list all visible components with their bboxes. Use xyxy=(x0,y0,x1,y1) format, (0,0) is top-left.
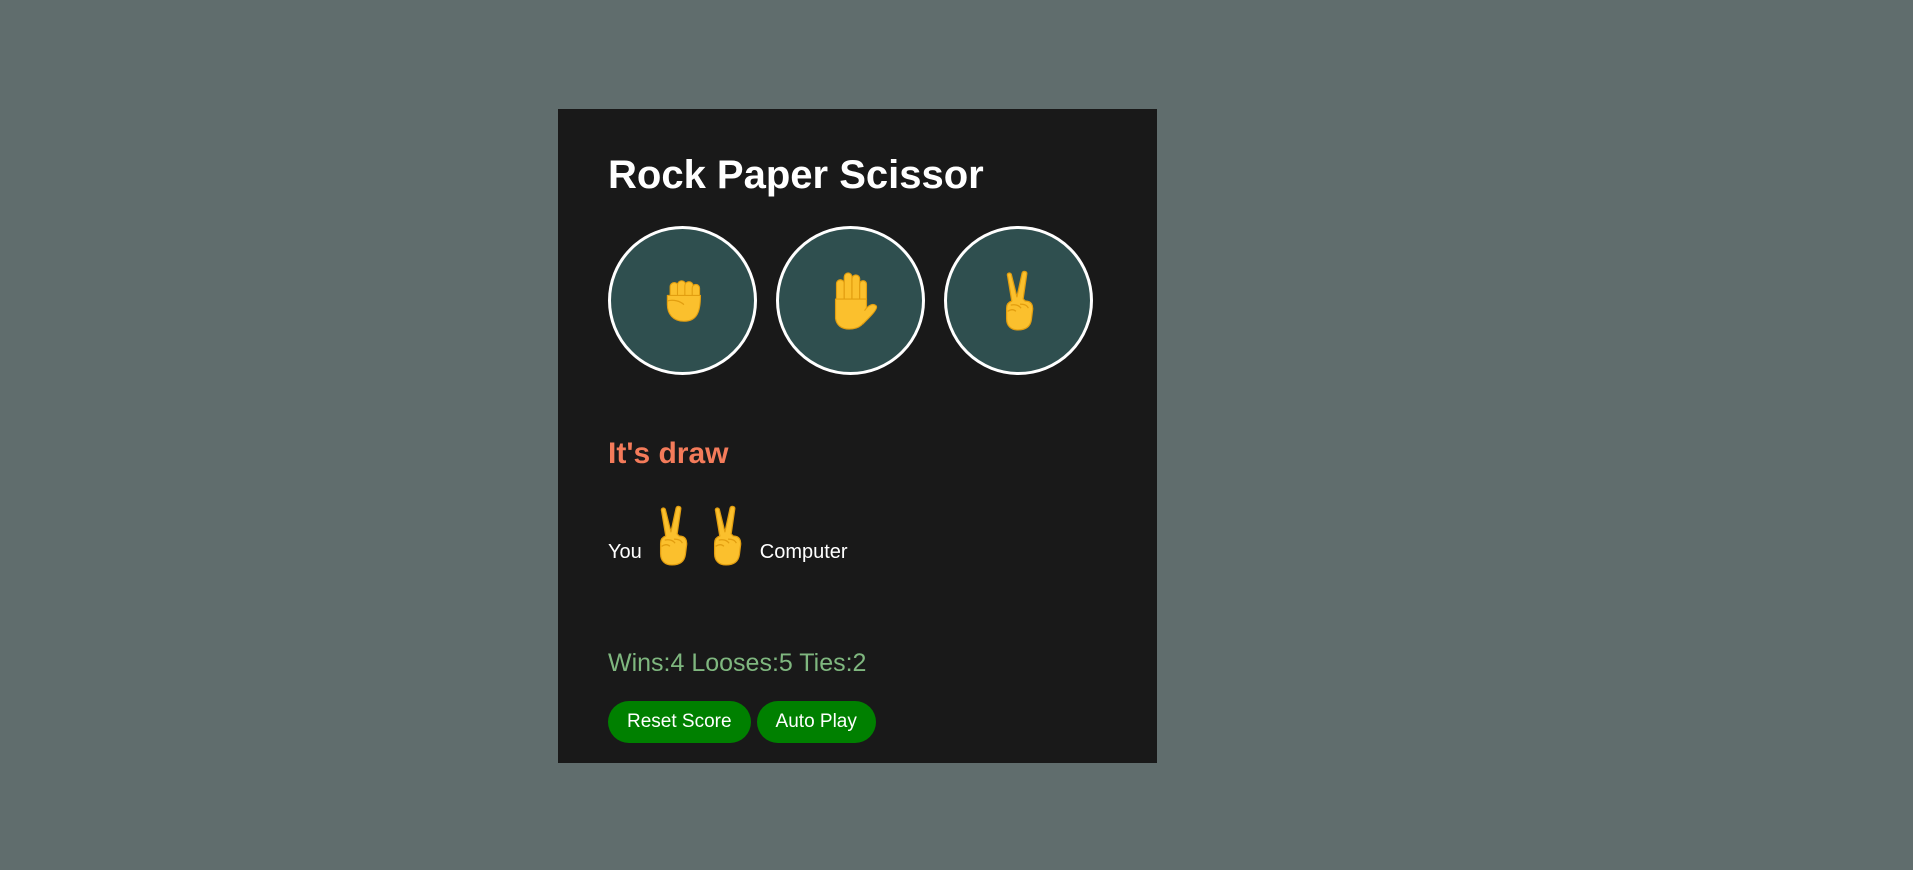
rock-button[interactable] xyxy=(608,226,757,375)
result-text: It's draw xyxy=(608,437,729,470)
victory-hand-icon xyxy=(998,270,1040,332)
victory-hand-icon xyxy=(706,505,748,567)
raised-hand-icon xyxy=(822,270,880,332)
choice-buttons xyxy=(608,226,1093,375)
game-card: Rock Paper Scissor It's draw You Compute… xyxy=(558,109,1157,763)
scissors-button[interactable] xyxy=(944,226,1093,375)
raised-fist-icon xyxy=(660,277,706,325)
reset-score-button[interactable]: Reset Score xyxy=(608,701,751,743)
action-buttons: Reset Score Auto Play xyxy=(608,701,876,743)
score-text: Wins:4 Looses:5 Ties:2 xyxy=(608,649,867,677)
computer-label: Computer xyxy=(759,541,848,563)
victory-hand-icon xyxy=(652,505,694,567)
game-title: Rock Paper Scissor xyxy=(608,153,984,197)
you-label: You xyxy=(608,541,642,563)
moves-row: You Computer xyxy=(608,505,848,567)
paper-button[interactable] xyxy=(776,226,925,375)
auto-play-button[interactable]: Auto Play xyxy=(756,701,876,743)
